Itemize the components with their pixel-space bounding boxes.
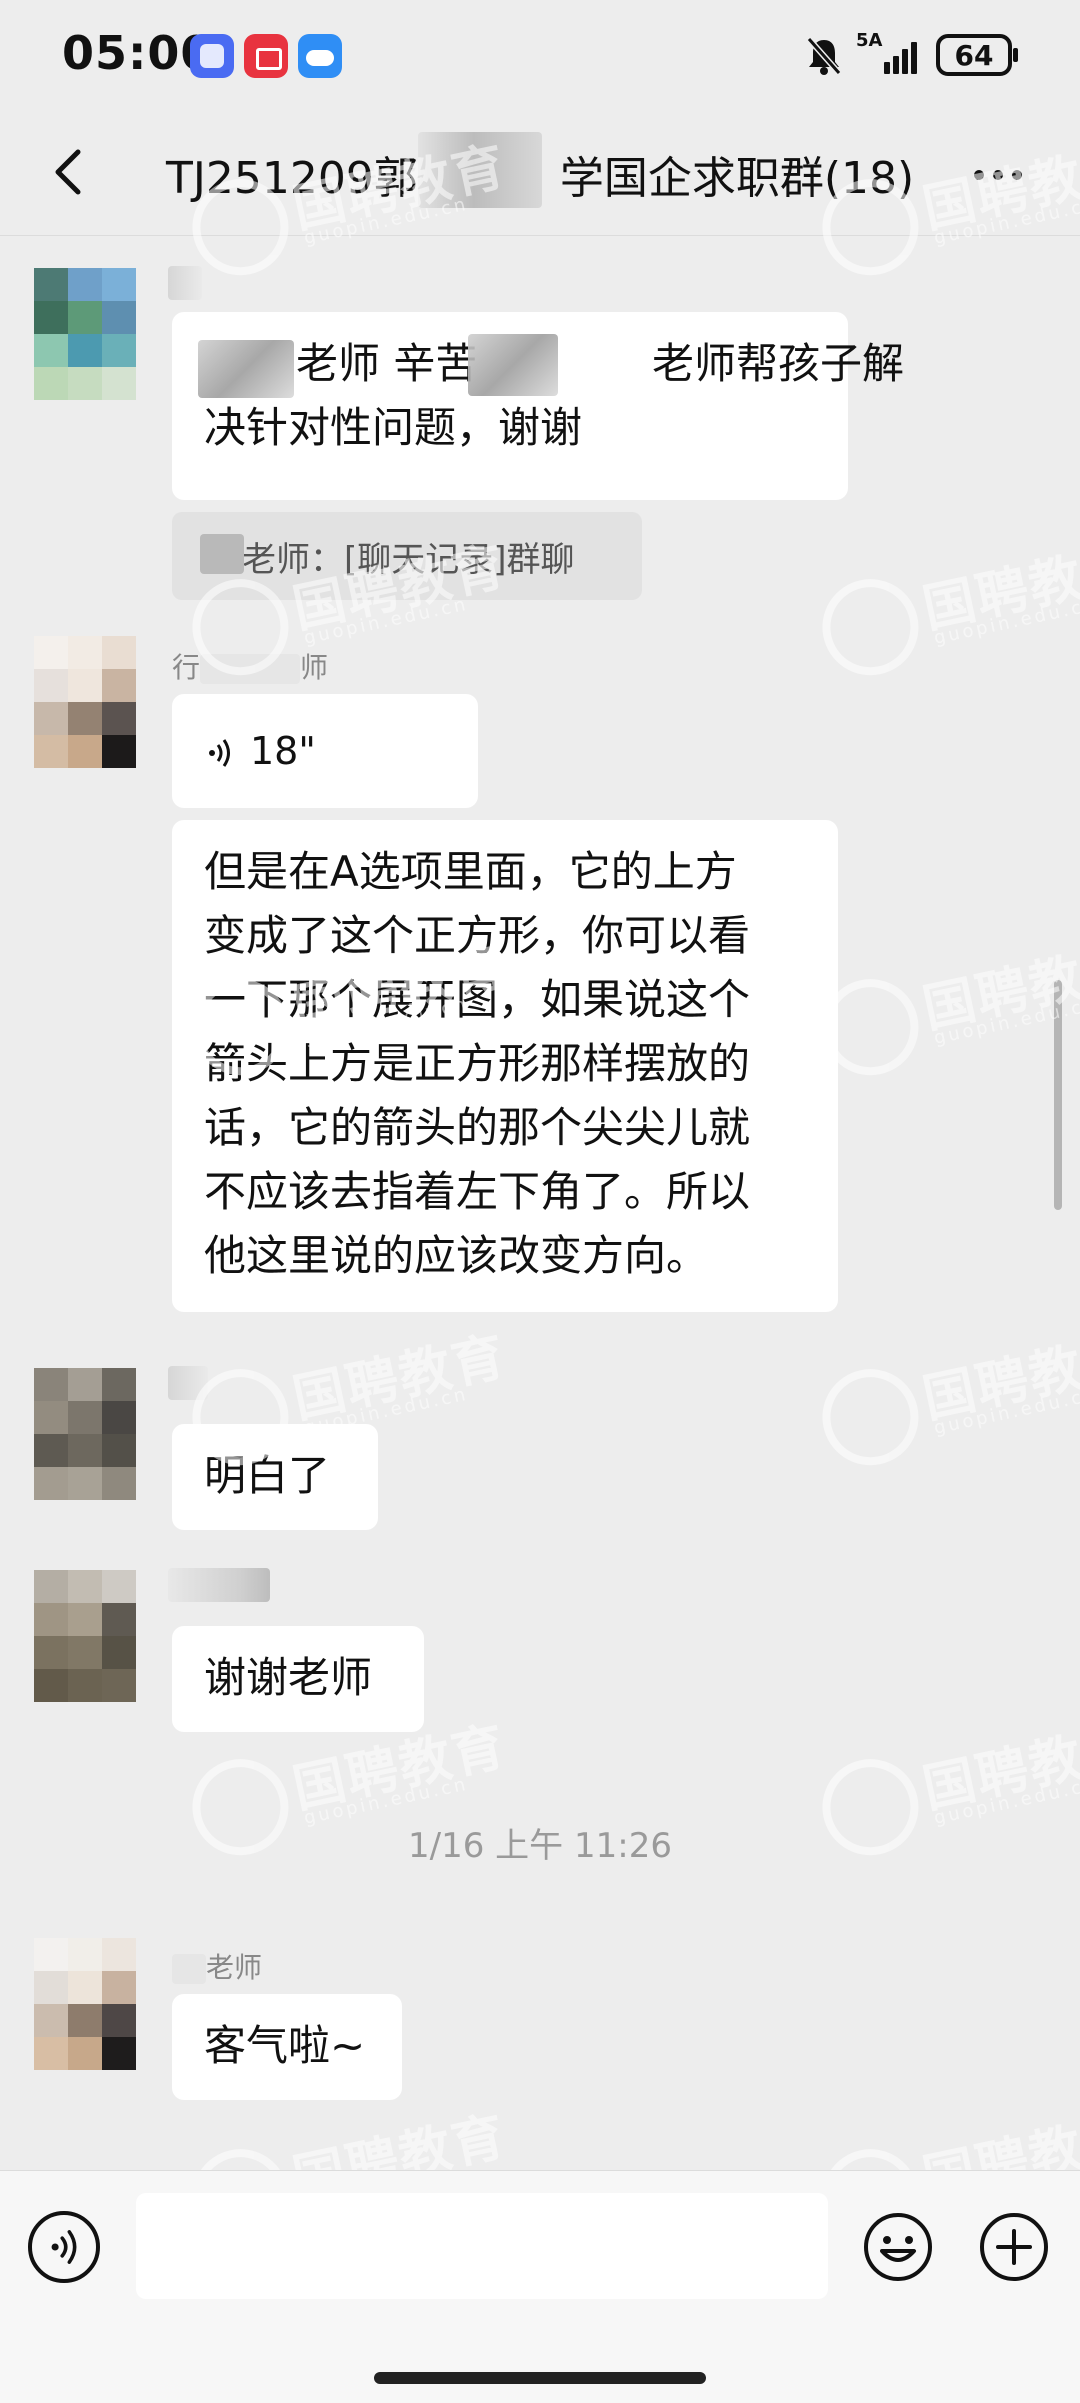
message-input[interactable] xyxy=(136,2193,828,2299)
emoji-button[interactable] xyxy=(862,2211,934,2283)
watermark: 国聘教育guopin.edu.cn xyxy=(812,520,1080,690)
status-bar: 05:00 5A 64 xyxy=(0,0,1080,112)
avatar[interactable] xyxy=(34,1938,136,2070)
app-gallery-icon xyxy=(244,34,288,78)
avatar[interactable] xyxy=(34,268,136,400)
message-text-line: 决针对性问题，谢谢 xyxy=(204,403,583,452)
home-indicator[interactable] xyxy=(374,2372,706,2384)
input-bar xyxy=(0,2170,1080,2403)
voice-wave-icon xyxy=(209,738,230,767)
message-text-line-2: 老师帮孩子解 xyxy=(652,339,905,388)
watermark: 国聘教育guopin.edu.cn xyxy=(812,920,1080,1090)
message-text-line: 话，它的箭头的那个尖尖儿就 xyxy=(204,1103,751,1152)
quoted-message[interactable]: 老师：[聊天记录]群聊 xyxy=(172,512,642,600)
message-bubble[interactable]: 老师 辛苦 决针对性问题，谢谢 老师帮孩子解 xyxy=(172,312,904,500)
quoted-message-text: 老师：[聊天记录]群聊 xyxy=(242,540,575,580)
message-bubble[interactable]: 但是在A选项里面，它的上方 变成了这个正方形，你可以看 一下那个展开图，如果说这… xyxy=(172,820,838,1312)
sender-name-redacted xyxy=(168,1568,270,1602)
message-text-line: 一下那个展开图，如果说这个 xyxy=(204,975,751,1024)
redaction xyxy=(200,534,244,574)
more-icon[interactable] xyxy=(968,158,1028,188)
sender-name: 行师 xyxy=(172,651,329,684)
chat-title-prefix: TJ251209郭 xyxy=(166,153,418,204)
voice-duration: 18" xyxy=(250,729,316,773)
bell-off-icon xyxy=(806,37,842,75)
message-bubble[interactable]: 明白了 xyxy=(172,1424,378,1530)
message-text-line: 箭头上方是正方形那样摆放的 xyxy=(204,1039,751,1088)
chat-screen: 05:00 5A 64 TJ251209郭 学国企求职群(18) 老师 辛苦 决… xyxy=(0,0,1080,2403)
voice-input-button[interactable] xyxy=(28,2211,100,2283)
message-text: 客气啦~ xyxy=(204,2021,366,2070)
battery-level: 64 xyxy=(954,38,994,72)
message-bubble[interactable]: 客气啦~ xyxy=(172,1994,402,2100)
message-text-line: 他这里说的应该改变方向。 xyxy=(204,1231,709,1280)
message-text-line: 变成了这个正方形，你可以看 xyxy=(204,911,751,960)
battery-icon: 64 xyxy=(936,34,1018,76)
scrollbar[interactable] xyxy=(1054,980,1062,1210)
message-text: 明白了 xyxy=(204,1451,331,1500)
message-text-line: 但是在A选项里面，它的上方 xyxy=(204,847,737,896)
chat-title-suffix: 学国企求职群(18) xyxy=(559,153,915,204)
chat-header: TJ251209郭 学国企求职群(18) xyxy=(0,112,1080,236)
title-redaction xyxy=(418,132,542,208)
plus-button[interactable] xyxy=(978,2211,1050,2283)
avatar[interactable] xyxy=(34,1570,136,1702)
avatar[interactable] xyxy=(34,1368,136,1500)
back-button[interactable] xyxy=(40,142,100,202)
sender-name-redacted xyxy=(168,1366,208,1400)
timestamp: 1/16 上午 11:26 xyxy=(408,1826,672,1866)
weather-icon xyxy=(298,34,342,78)
sender-name: 老师 xyxy=(172,1946,262,1986)
watermark: 国聘教育guopin.edu.cn xyxy=(812,1310,1080,1480)
redaction xyxy=(198,340,294,398)
message-text-line: 不应该去指着左下角了。所以 xyxy=(204,1167,751,1216)
tieba-icon xyxy=(190,34,234,78)
network-type-label: 5A xyxy=(856,30,883,51)
redaction xyxy=(468,334,558,396)
avatar[interactable] xyxy=(34,636,136,768)
voice-message-bubble[interactable]: 18" xyxy=(172,694,478,808)
signal-icon xyxy=(884,38,924,74)
sender-name-redacted xyxy=(168,266,202,300)
message-bubble[interactable]: 谢谢老师 xyxy=(172,1626,424,1732)
message-text: 谢谢老师 xyxy=(204,1653,373,1702)
